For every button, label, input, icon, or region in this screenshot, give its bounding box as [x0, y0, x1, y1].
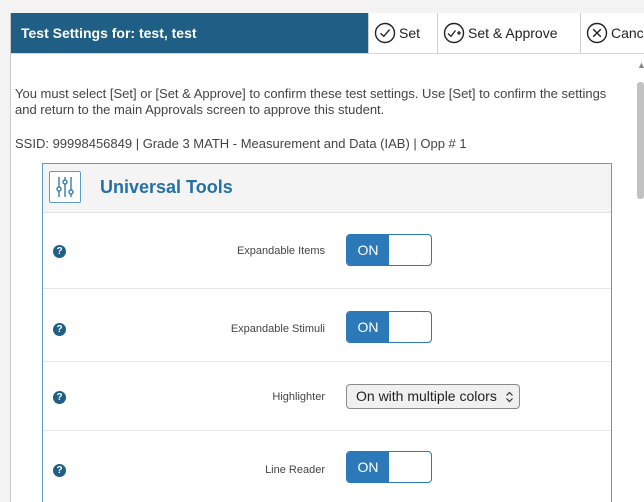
expandable-stimuli-toggle[interactable]: ON [346, 311, 432, 343]
student-test-info: SSID: 99998456849 | Grade 3 MATH - Measu… [15, 136, 467, 151]
close-circle-icon [586, 22, 608, 44]
toggle-state: ON [347, 452, 389, 482]
panel-header: Universal Tools [43, 164, 611, 213]
panel-title: Universal Tools [100, 177, 233, 197]
scroll-up-arrow-icon[interactable]: ▲ [637, 60, 644, 70]
setting-label: Expandable Stimuli [230, 323, 325, 335]
scrollbar-thumb[interactable] [637, 82, 644, 199]
setting-row-expandable-items: ? Expandable Items ON [43, 213, 611, 289]
expandable-items-toggle[interactable]: ON [346, 234, 432, 266]
sliders-icon [49, 171, 81, 203]
cancel-button[interactable]: Cancel [580, 13, 644, 53]
set-button-label: Set [399, 25, 421, 41]
universal-tools-panel: Universal Tools ? Expandable Items ON ? … [42, 163, 612, 502]
check-circle-icon [374, 22, 396, 44]
set-approve-button-label: Set & Approve [468, 25, 558, 41]
cancel-button-label: Cancel [611, 25, 644, 41]
select-value: On with multiple colors [356, 388, 497, 404]
updown-arrows-icon [506, 391, 513, 403]
setting-row-expandable-stimuli: ? Expandable Stimuli ON [43, 289, 611, 362]
line-reader-toggle[interactable]: ON [346, 451, 432, 483]
set-approve-button[interactable]: Set & Approve [437, 13, 580, 53]
highlighter-select[interactable]: On with multiple colors [346, 384, 520, 409]
help-icon[interactable]: ? [53, 391, 66, 404]
setting-label: Expandable Items [236, 245, 325, 257]
setting-row-highlighter: ? Highlighter On with multiple colors [43, 362, 611, 431]
help-icon[interactable]: ? [53, 245, 66, 258]
set-button[interactable]: Set [368, 13, 437, 53]
dialog-title: Test Settings for: test, test [11, 13, 368, 53]
setting-label: Line Reader [265, 464, 325, 476]
help-icon[interactable]: ? [53, 464, 66, 477]
setting-row-line-reader: ? Line Reader ON [43, 431, 611, 502]
dialog-header: Test Settings for: test, test Set Set & … [11, 13, 644, 54]
test-settings-dialog: Test Settings for: test, test Set Set & … [10, 13, 644, 502]
toggle-state: ON [347, 312, 389, 342]
help-icon[interactable]: ? [53, 323, 66, 336]
instructions-text: You must select [Set] or [Set & Approve]… [15, 86, 607, 117]
setting-label: Highlighter [272, 391, 325, 403]
check-plus-circle-icon [443, 22, 465, 44]
toggle-state: ON [347, 235, 389, 265]
